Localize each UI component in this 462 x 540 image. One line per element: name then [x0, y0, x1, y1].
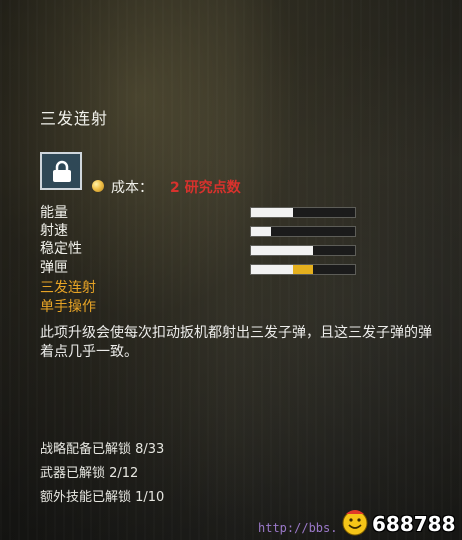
stat-bar-stability: [250, 245, 356, 256]
tag-burst-fire: 三发连射: [40, 280, 96, 296]
lock-icon: [53, 160, 71, 182]
stat-label-power: 能量: [40, 205, 68, 221]
unlock-weapons: 武器已解锁 2/12: [40, 466, 139, 481]
stat-bar-fill: [251, 265, 293, 274]
stat-bar-magazine: [250, 264, 356, 275]
smiley-icon: [342, 510, 368, 536]
upgrade-icon-slot[interactable]: [40, 152, 82, 190]
tag-one-handed: 单手操作: [40, 299, 96, 315]
stat-bar-upgrade: [292, 265, 314, 274]
stat-bar-fill: [251, 227, 271, 236]
stat-bar-power: [250, 207, 356, 218]
unlock-perks: 额外技能已解锁 1/10: [40, 490, 165, 505]
stat-label-stability: 稳定性: [40, 241, 82, 257]
stat-bar-fill: [251, 246, 314, 255]
stat-bar-fire-rate: [250, 226, 356, 237]
background-scene: [0, 0, 462, 540]
cost-value: 2 研究点数: [170, 180, 241, 196]
coin-icon: [92, 180, 104, 192]
stat-bar-fill: [251, 208, 293, 217]
watermark-number: 688788: [372, 512, 456, 536]
upgrade-title: 三发连射: [40, 109, 109, 128]
upgrade-description: 此项升级会使每次扣动扳机都射出三发子弹，且这三发子弹的弹着点几乎一致。: [40, 325, 432, 360]
watermark-url: http://bbs.: [258, 521, 338, 535]
stat-label-magazine: 弹匣: [40, 260, 68, 276]
stat-label-fire-rate: 射速: [40, 223, 68, 239]
unlock-stratagems: 战略配备已解锁 8/33: [40, 442, 165, 457]
cost-label: 成本：: [111, 180, 153, 196]
